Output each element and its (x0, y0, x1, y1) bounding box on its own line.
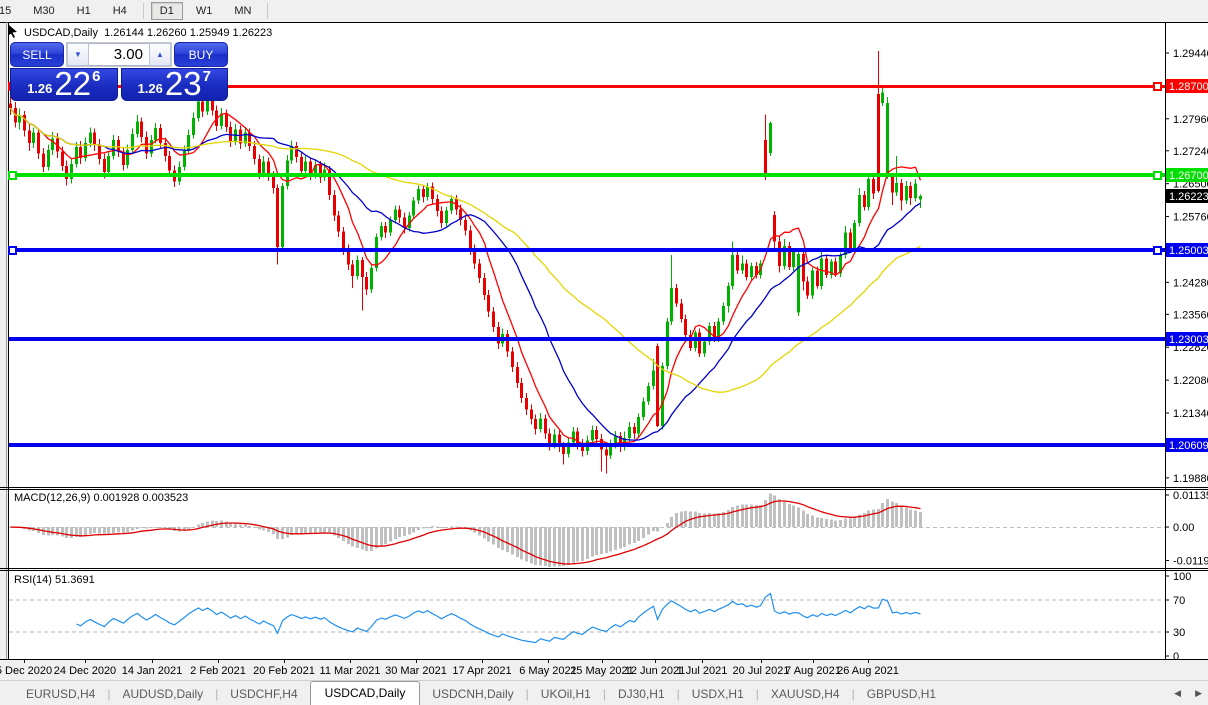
svg-text:100: 100 (1173, 571, 1191, 583)
svg-text:1.29440: 1.29440 (1173, 48, 1208, 60)
tab-scroll-right-icon[interactable]: ▶ (1195, 688, 1202, 699)
svg-text:0.01135: 0.01135 (1173, 490, 1208, 502)
svg-text:1.26223: 1.26223 (1169, 191, 1208, 203)
chart-tab-xauusd[interactable]: XAUUSD,H4 (759, 683, 852, 705)
date-axis: 5 Dec 202024 Dec 2020 14 Jan 2021 2 Feb 20… (0, 660, 899, 677)
macd-panel (9, 493, 1165, 566)
svg-text:20 Feb 2021: 20 Feb 2021 (253, 665, 315, 677)
volume-increase-button[interactable]: ▲ (149, 43, 171, 66)
svg-text:2 Feb 2021: 2 Feb 2021 (190, 665, 246, 677)
chart-canvas: 1.294401.279601.272401.265001.257601.242… (0, 0, 1208, 705)
macd-axis: 0.01135 0.00 -0.01190 (1165, 490, 1208, 568)
svg-text:20 Jul 2021: 20 Jul 2021 (733, 665, 790, 677)
sell-button[interactable]: SELL (10, 42, 64, 67)
rsi-axis: 100 70 30 0 (1165, 571, 1191, 663)
volume-decrease-button[interactable]: ▼ (67, 43, 89, 66)
svg-text:1.27960: 1.27960 (1173, 114, 1208, 126)
volume-stepper: ▼ 3.00 ▲ (66, 42, 172, 67)
chart-tab-usdchf[interactable]: USDCHF,H4 (218, 683, 309, 705)
svg-text:1.21340: 1.21340 (1173, 408, 1208, 420)
svg-text:1.24280: 1.24280 (1173, 277, 1208, 289)
sell-price-big: 22 (54, 69, 91, 99)
svg-text:30 Mar 2021: 30 Mar 2021 (385, 665, 447, 677)
svg-text:26 Aug 2021: 26 Aug 2021 (837, 665, 899, 677)
chart-tab-audusd[interactable]: AUDUSD,Daily (110, 683, 215, 705)
buy-price-big: 23 (165, 69, 202, 99)
svg-text:6 May 2021: 6 May 2021 (519, 665, 576, 677)
sell-quote-panel[interactable]: 1.26 22 6 (10, 68, 118, 101)
svg-text:1.26700: 1.26700 (1169, 170, 1208, 182)
svg-text:1.22080: 1.22080 (1173, 375, 1208, 387)
horizontal-lines-layer[interactable] (9, 83, 1165, 447)
chart-tab-eurusd[interactable]: EURUSD,H4 (14, 683, 107, 705)
buy-button[interactable]: BUY (174, 42, 228, 67)
svg-text:1.25760: 1.25760 (1173, 212, 1208, 224)
svg-text:0: 0 (1173, 651, 1179, 663)
sell-price-pip: 6 (92, 68, 100, 85)
volume-input[interactable]: 3.00 (89, 43, 149, 66)
mt4-window: 15M30H1H4D1W1MN 1.294401.279601.272401.2… (0, 0, 1208, 705)
chart-tab-gbpusd[interactable]: GBPUSD,H1 (855, 683, 948, 705)
buy-price-prefix: 1.26 (138, 81, 163, 96)
svg-text:14 Jan 2021: 14 Jan 2021 (122, 665, 183, 677)
sell-price-prefix: 1.26 (27, 81, 52, 96)
chart-tab-usdcnh[interactable]: USDCNH,Daily (420, 683, 525, 705)
one-click-trading-panel: SELL ▼ 3.00 ▲ BUY 1.26 22 6 1.26 23 7 (10, 42, 228, 101)
rsi-label: RSI(14) 51.3691 (14, 574, 95, 586)
chart-tab-ukoil[interactable]: UKOil,H1 (529, 683, 603, 705)
buy-quote-panel[interactable]: 1.26 23 7 (121, 68, 229, 101)
svg-text:17 Apr 2021: 17 Apr 2021 (452, 665, 511, 677)
svg-text:70: 70 (1173, 595, 1185, 607)
svg-text:30: 30 (1173, 627, 1185, 639)
chart-title: USDCAD,Daily 1.26144 1.26260 1.25949 1.2… (24, 27, 272, 39)
svg-text:1.23560: 1.23560 (1173, 309, 1208, 321)
svg-text:0.00: 0.00 (1173, 522, 1194, 534)
svg-text:1.23003: 1.23003 (1169, 334, 1208, 346)
svg-text:7 Aug 2021: 7 Aug 2021 (785, 665, 841, 677)
svg-text:1.28700: 1.28700 (1169, 81, 1208, 93)
svg-text:1.19880: 1.19880 (1173, 473, 1208, 485)
svg-text:5 Dec 2020: 5 Dec 2020 (0, 665, 52, 677)
chart-tab-usdx[interactable]: USDX,H1 (680, 683, 756, 705)
svg-text:-0.01190: -0.01190 (1173, 556, 1208, 568)
svg-text:1.25003: 1.25003 (1169, 245, 1208, 257)
macd-label: MACD(12,26,9) 0.001928 0.003523 (14, 492, 188, 504)
svg-text:11 Mar 2021: 11 Mar 2021 (320, 665, 381, 677)
cursor-arrow-icon (8, 25, 17, 38)
svg-text:1 Jul 2021: 1 Jul 2021 (677, 665, 728, 677)
buy-price-pip: 7 (203, 68, 211, 85)
rsi-panel (9, 594, 1165, 643)
chart-tab-bar: EURUSD,H4|AUDUSD,Daily|USDCHF,H4USDCAD,D… (0, 680, 1208, 705)
tab-scroll-arrows: ◀ ▶ (1174, 688, 1202, 699)
svg-text:24 Dec 2020: 24 Dec 2020 (54, 665, 116, 677)
candles-layer (9, 51, 922, 473)
svg-text:1.27240: 1.27240 (1173, 146, 1208, 158)
chart-tab-usdcad[interactable]: USDCAD,Daily (310, 681, 421, 705)
chart-tab-dj30[interactable]: DJ30,H1 (606, 683, 677, 705)
tab-scroll-left-icon[interactable]: ◀ (1174, 688, 1181, 699)
svg-text:1.20609: 1.20609 (1169, 440, 1208, 452)
